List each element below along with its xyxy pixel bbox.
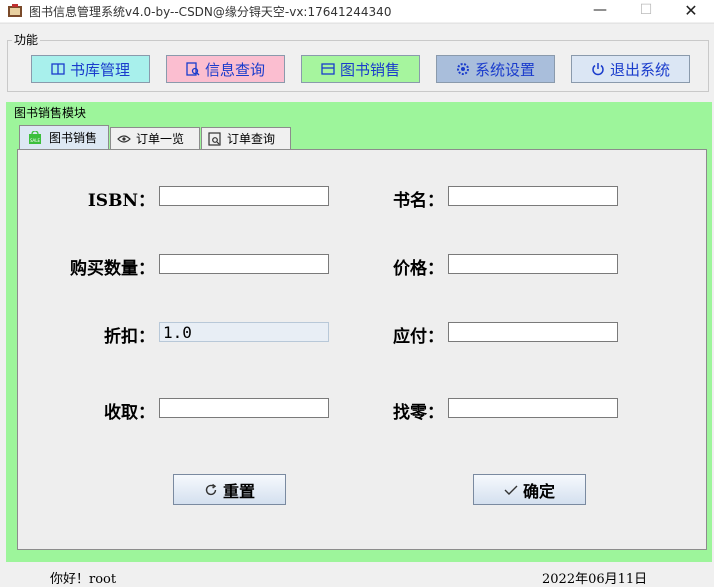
tab-order-query-label: 订单查询 xyxy=(227,132,276,146)
svg-text:SALE: SALE xyxy=(30,138,41,143)
isbn-input[interactable] xyxy=(159,186,329,206)
current-date: 2022年06月11日 xyxy=(542,572,648,587)
change-input[interactable] xyxy=(448,398,618,418)
book-title-input[interactable] xyxy=(448,186,618,206)
document-search-icon xyxy=(186,62,200,76)
refresh-icon xyxy=(205,483,217,495)
price-label: 价格： xyxy=(393,259,444,279)
price-input[interactable] xyxy=(448,254,618,274)
payable-label: 应付： xyxy=(393,327,444,347)
isbn-label: ISBN： xyxy=(87,191,155,211)
module-title: 图书销售模块 xyxy=(14,106,87,120)
book-title-label: 书名： xyxy=(393,191,444,211)
search-page-icon xyxy=(208,131,221,146)
discount-field xyxy=(159,322,329,342)
sale-tag-icon: SALE xyxy=(29,130,41,144)
function-group-legend: 功能 xyxy=(12,31,41,48)
close-button[interactable]: ✕ xyxy=(668,0,714,22)
exit-system-label: 退出系统 xyxy=(609,60,670,79)
title-divider xyxy=(0,23,714,24)
library-management-label: 书库管理 xyxy=(69,60,130,79)
minimize-button[interactable]: — xyxy=(577,0,623,22)
reset-button[interactable]: 重置 xyxy=(173,474,286,505)
gear-icon xyxy=(456,63,469,75)
eye-icon xyxy=(117,134,131,143)
system-settings-label: 系统设置 xyxy=(474,60,535,79)
checkmark-icon xyxy=(504,485,518,495)
window-title: 图书信息管理系统v4.0-by--CSDN@缘分锝天空-vx:176412443… xyxy=(29,5,392,19)
book-sales-button[interactable]: 图书销售 xyxy=(301,55,420,83)
store-icon xyxy=(321,63,335,75)
tab-book-sales[interactable]: SALE 图书销售 xyxy=(19,125,109,149)
info-query-button[interactable]: 信息查询 xyxy=(166,55,285,83)
confirm-button[interactable]: 确定 xyxy=(473,474,586,505)
power-icon xyxy=(592,63,604,76)
received-label: 收取： xyxy=(104,403,155,423)
quantity-input[interactable] xyxy=(159,254,329,274)
tab-order-list[interactable]: 订单一览 xyxy=(110,127,200,149)
confirm-button-label: 确定 xyxy=(522,481,555,501)
app-icon xyxy=(8,4,22,17)
quantity-label: 购买数量： xyxy=(70,259,155,279)
change-label: 找零： xyxy=(393,403,444,423)
payable-input[interactable] xyxy=(448,322,618,342)
received-input[interactable] xyxy=(159,398,329,418)
title-bar: 图书信息管理系统v4.0-by--CSDN@缘分锝天空-vx:176412443… xyxy=(0,0,714,22)
book-sales-label: 图书销售 xyxy=(339,60,400,79)
book-icon xyxy=(51,63,65,75)
user-greeting: 你好！root xyxy=(50,572,117,587)
tab-order-query[interactable]: 订单查询 xyxy=(201,127,291,149)
reset-button-label: 重置 xyxy=(222,481,255,501)
tab-order-list-label: 订单一览 xyxy=(136,132,185,146)
maximize-button[interactable]: ☐ xyxy=(623,0,669,22)
info-query-label: 信息查询 xyxy=(204,60,265,79)
tab-book-sales-label: 图书销售 xyxy=(49,131,98,145)
library-management-button[interactable]: 书库管理 xyxy=(31,55,150,83)
discount-label: 折扣： xyxy=(104,327,155,347)
system-settings-button[interactable]: 系统设置 xyxy=(436,55,555,83)
exit-system-button[interactable]: 退出系统 xyxy=(571,55,690,83)
